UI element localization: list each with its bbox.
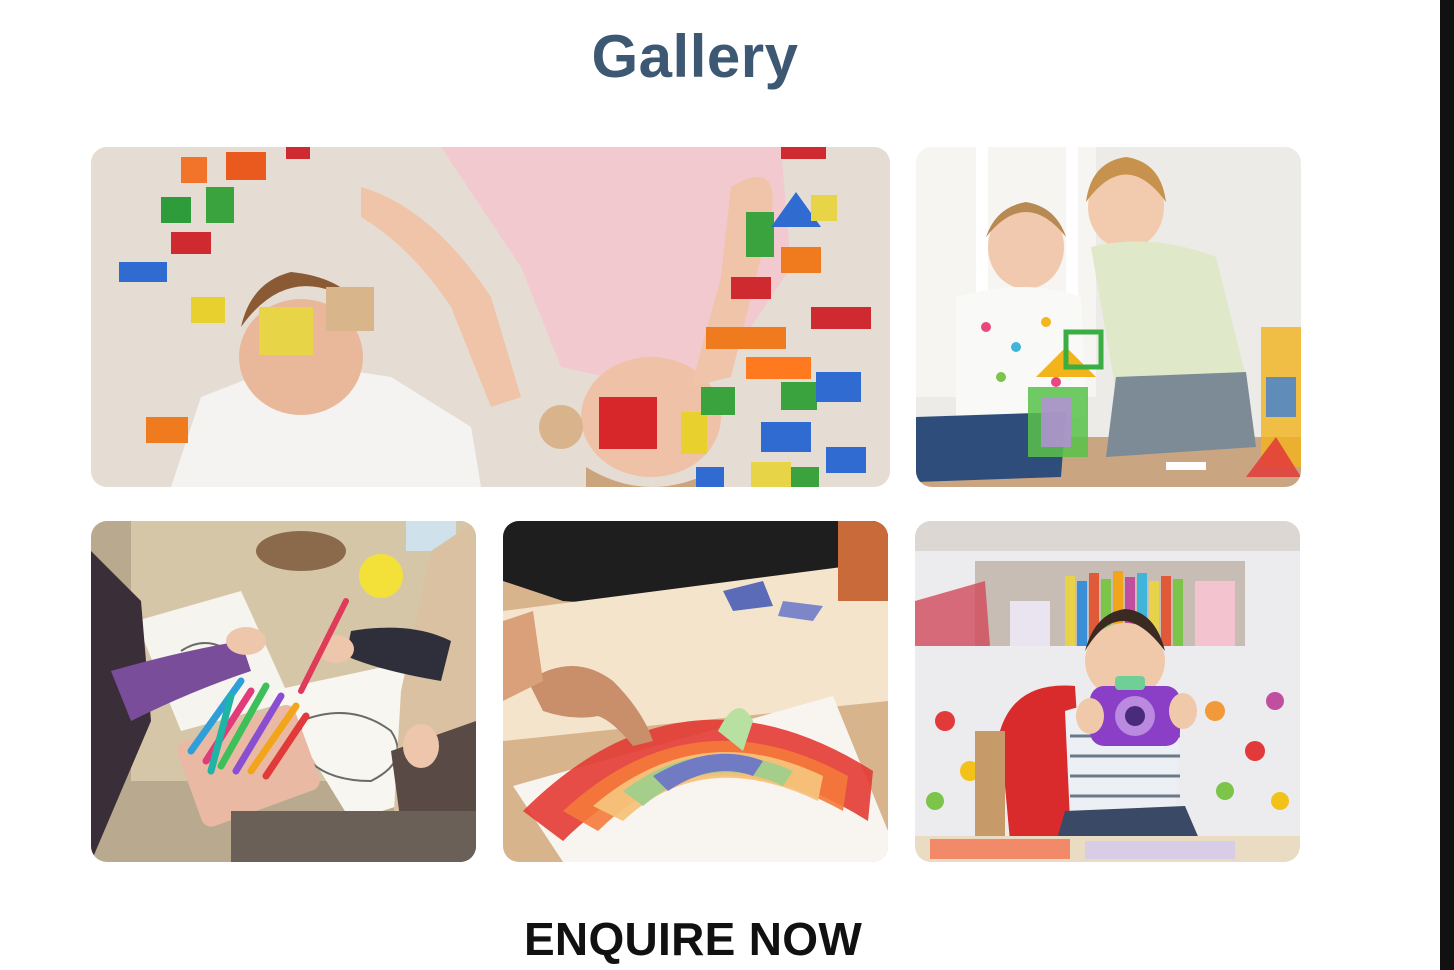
gallery-title: Gallery xyxy=(591,23,799,90)
gallery-image-wooden-blocks[interactable] xyxy=(91,147,890,487)
gallery-image-coloring-markers[interactable] xyxy=(91,521,476,862)
gallery-image-rainbow-collage[interactable] xyxy=(503,521,888,862)
enquire-now-button[interactable]: ENQUIRE NOW xyxy=(0,912,1386,966)
gallery-image-magnetic-tiles[interactable] xyxy=(916,147,1301,487)
gallery-image-toy-camera[interactable] xyxy=(915,521,1300,862)
page-edge-shadow xyxy=(1440,0,1454,970)
